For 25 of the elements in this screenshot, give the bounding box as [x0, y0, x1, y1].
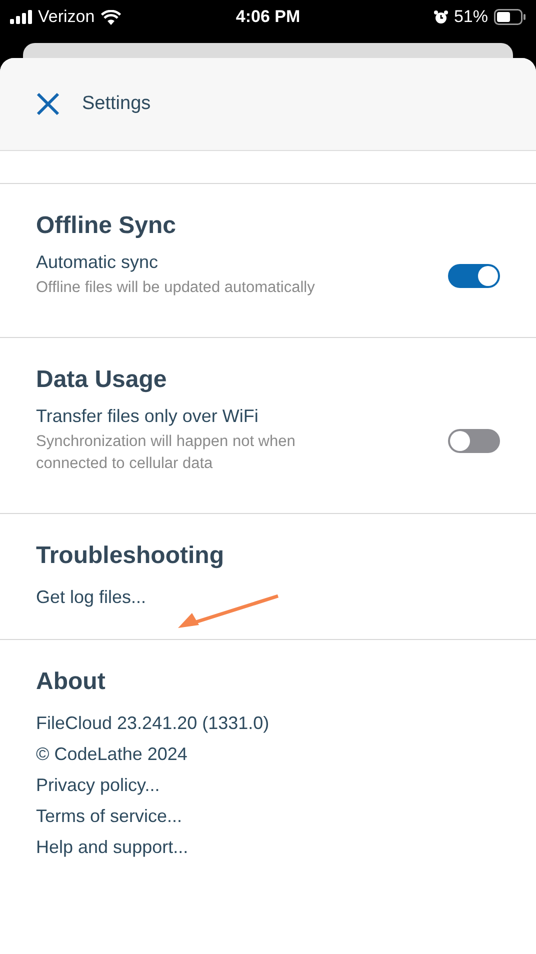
link-item[interactable]: Help and support...: [36, 832, 500, 863]
link-item[interactable]: Privacy policy...: [36, 770, 500, 801]
close-icon[interactable]: [36, 92, 60, 116]
battery-icon: [494, 9, 526, 25]
setting-description: Offline files will be updated automatically: [36, 278, 316, 298]
setting-label: Transfer files only over WiFi: [36, 406, 260, 427]
section-title: Troubleshooting: [36, 542, 225, 570]
clock-time: 4:06 PM: [236, 7, 300, 27]
carrier-name: Verizon: [38, 7, 95, 27]
section-title: Offline Sync: [36, 212, 178, 240]
setting-description: Synchronization will happen not when connected to cellular data: [36, 432, 296, 474]
section-title: Data Usage: [36, 366, 168, 394]
battery-percent: 51%: [454, 7, 488, 27]
alarm-icon: [434, 10, 448, 24]
signal-icon: [10, 10, 32, 24]
section-title: About: [36, 668, 106, 696]
toggle-switch[interactable]: [448, 428, 500, 452]
header-title: Settings: [82, 93, 151, 115]
link-item[interactable]: Terms of service...: [36, 801, 500, 832]
info-text: © CodeLathe 2024: [36, 743, 188, 766]
link-item[interactable]: Get log files...: [36, 582, 500, 613]
setting-label: Automatic sync: [36, 252, 160, 273]
info-text: FileCloud 23.241.20 (1331.0): [36, 712, 270, 735]
wifi-icon: [100, 10, 121, 24]
toggle-switch[interactable]: [448, 264, 500, 288]
